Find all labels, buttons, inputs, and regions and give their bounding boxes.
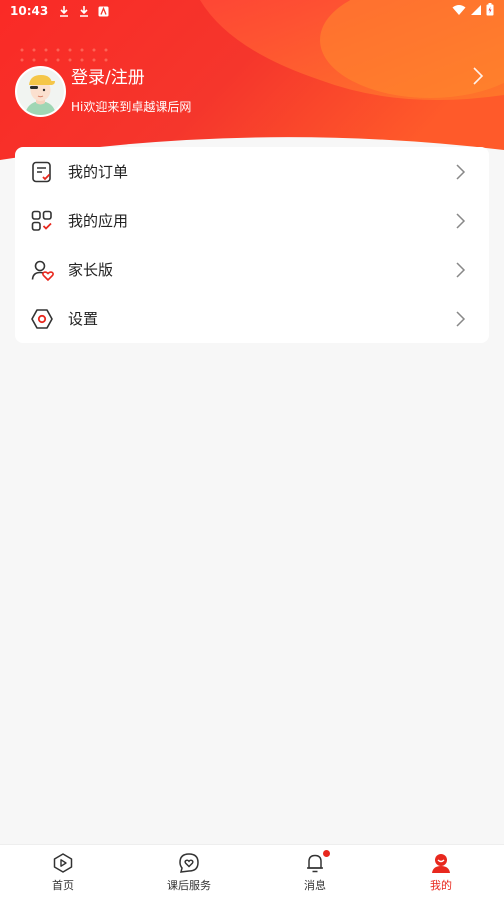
menu-label: 我的订单 [68,163,129,181]
bell-icon [304,850,330,874]
nav-label: 课后服务 [167,879,211,892]
nav-tab-home[interactable]: 首页 [0,845,126,897]
menu-item-my-apps[interactable]: 我的应用 [15,196,489,245]
menu-card: 我的订单 我的应用 家长版 设置 [15,147,489,343]
settings-icon [30,307,54,331]
order-list-icon [30,160,54,184]
chevron-right-icon [453,309,469,329]
chevron-right-icon [453,211,469,231]
login-register-link[interactable]: 登录/注册 [71,66,145,90]
menu-label: 设置 [68,310,99,328]
menu-label: 我的应用 [68,212,129,230]
menu-item-settings[interactable]: 设置 [15,294,489,343]
nav-tab-me[interactable]: 我的 [378,845,504,897]
menu-item-parent-edition[interactable]: 家长版 [15,245,489,294]
nav-label: 我的 [430,879,452,892]
unread-badge [323,850,330,857]
heart-chat-icon [178,852,200,874]
parent-icon [30,258,54,282]
download-icon [78,5,90,17]
nav-tab-after-school-service[interactable]: 课后服务 [126,845,252,897]
nav-tab-messages[interactable]: 消息 [252,845,378,897]
menu-item-my-orders[interactable]: 我的订单 [15,147,489,196]
download-icon [58,5,70,17]
home-play-icon [52,852,74,874]
bottom-navigation: 首页 课后服务 消息 我的 [0,844,504,897]
menu-label: 家长版 [68,261,114,279]
wifi-icon [452,4,466,19]
nav-label: 消息 [304,879,326,892]
status-time: 10:43 [10,4,49,18]
status-bar: 10:43 [0,0,504,22]
chevron-right-icon [453,162,469,182]
avatar[interactable] [15,66,66,117]
welcome-text: Hi欢迎来到卓越课后网 [71,100,192,114]
battery-icon [486,3,494,19]
profile-icon [430,852,452,874]
a-icon [98,6,109,17]
chevron-right-icon[interactable] [468,66,488,86]
nav-label: 首页 [52,879,74,892]
signal-icon [470,4,482,19]
apps-grid-icon [30,209,54,233]
chevron-right-icon [453,260,469,280]
